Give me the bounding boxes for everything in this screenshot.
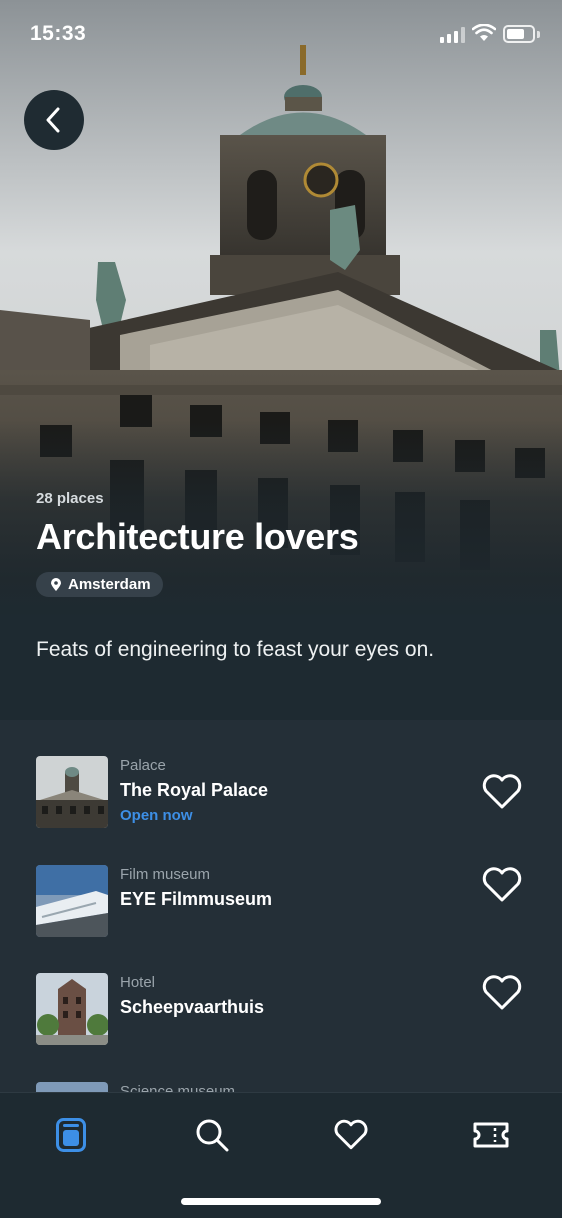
heart-icon: [482, 867, 522, 902]
page-title: Architecture lovers: [36, 516, 359, 557]
collections-icon: [56, 1118, 86, 1152]
city-name: Amsterdam: [68, 576, 151, 593]
heart-icon: [334, 1119, 368, 1150]
place-category: Film museum: [120, 866, 211, 883]
places-count: 28 places: [36, 490, 104, 507]
place-thumbnail: [36, 1082, 108, 1092]
place-name: The Royal Palace: [120, 780, 269, 800]
wifi-icon: [472, 24, 496, 41]
tab-favorites[interactable]: [329, 1113, 373, 1157]
place-thumbnail: [36, 756, 108, 828]
place-thumbnail: [36, 973, 108, 1045]
hero-gradient: [0, 0, 562, 720]
places-list: Palace The Royal Palace Open now Film mu…: [0, 720, 562, 1092]
list-item[interactable]: Hotel Scheepvaarthuis: [0, 973, 562, 1063]
heart-icon: [482, 774, 522, 809]
tab-tickets[interactable]: [469, 1113, 513, 1157]
hero-image: [0, 0, 562, 720]
cellular-signal-icon: [440, 27, 465, 43]
battery-icon: [503, 25, 535, 43]
ticket-icon: [473, 1122, 509, 1148]
tab-search[interactable]: [190, 1113, 234, 1157]
location-pin-icon: [51, 577, 61, 591]
place-name: Scheepvaarthuis: [120, 997, 265, 1017]
open-status: Open now: [120, 807, 193, 824]
status-bar: 15:33: [0, 0, 562, 70]
favorite-button[interactable]: [480, 973, 524, 1013]
back-button[interactable]: [24, 90, 84, 150]
favorite-button[interactable]: [480, 772, 524, 812]
heart-icon: [482, 975, 522, 1010]
search-icon: [196, 1119, 229, 1152]
battery-cap: [537, 31, 540, 38]
status-time: 15:33: [30, 22, 87, 45]
collection-description: Feats of engineering to feast your eyes …: [36, 638, 435, 661]
tab-collections[interactable]: [49, 1113, 93, 1157]
chevron-left-icon: [46, 107, 60, 133]
place-category: Palace: [120, 757, 166, 774]
place-category: Science museum: [120, 1083, 236, 1092]
list-item[interactable]: Palace The Royal Palace Open now: [0, 756, 562, 846]
favorite-button[interactable]: [480, 865, 524, 905]
list-item[interactable]: Science museum: [0, 1082, 562, 1092]
list-item[interactable]: Film museum EYE Filmmuseum: [0, 865, 562, 955]
collection-header: 28 places Architecture lovers Amsterdam: [36, 490, 532, 597]
place-name: EYE Filmmuseum: [120, 889, 273, 909]
place-thumbnail: [36, 865, 108, 937]
home-indicator: [181, 1198, 381, 1205]
city-chip[interactable]: Amsterdam: [36, 572, 163, 597]
place-category: Hotel: [120, 974, 156, 991]
